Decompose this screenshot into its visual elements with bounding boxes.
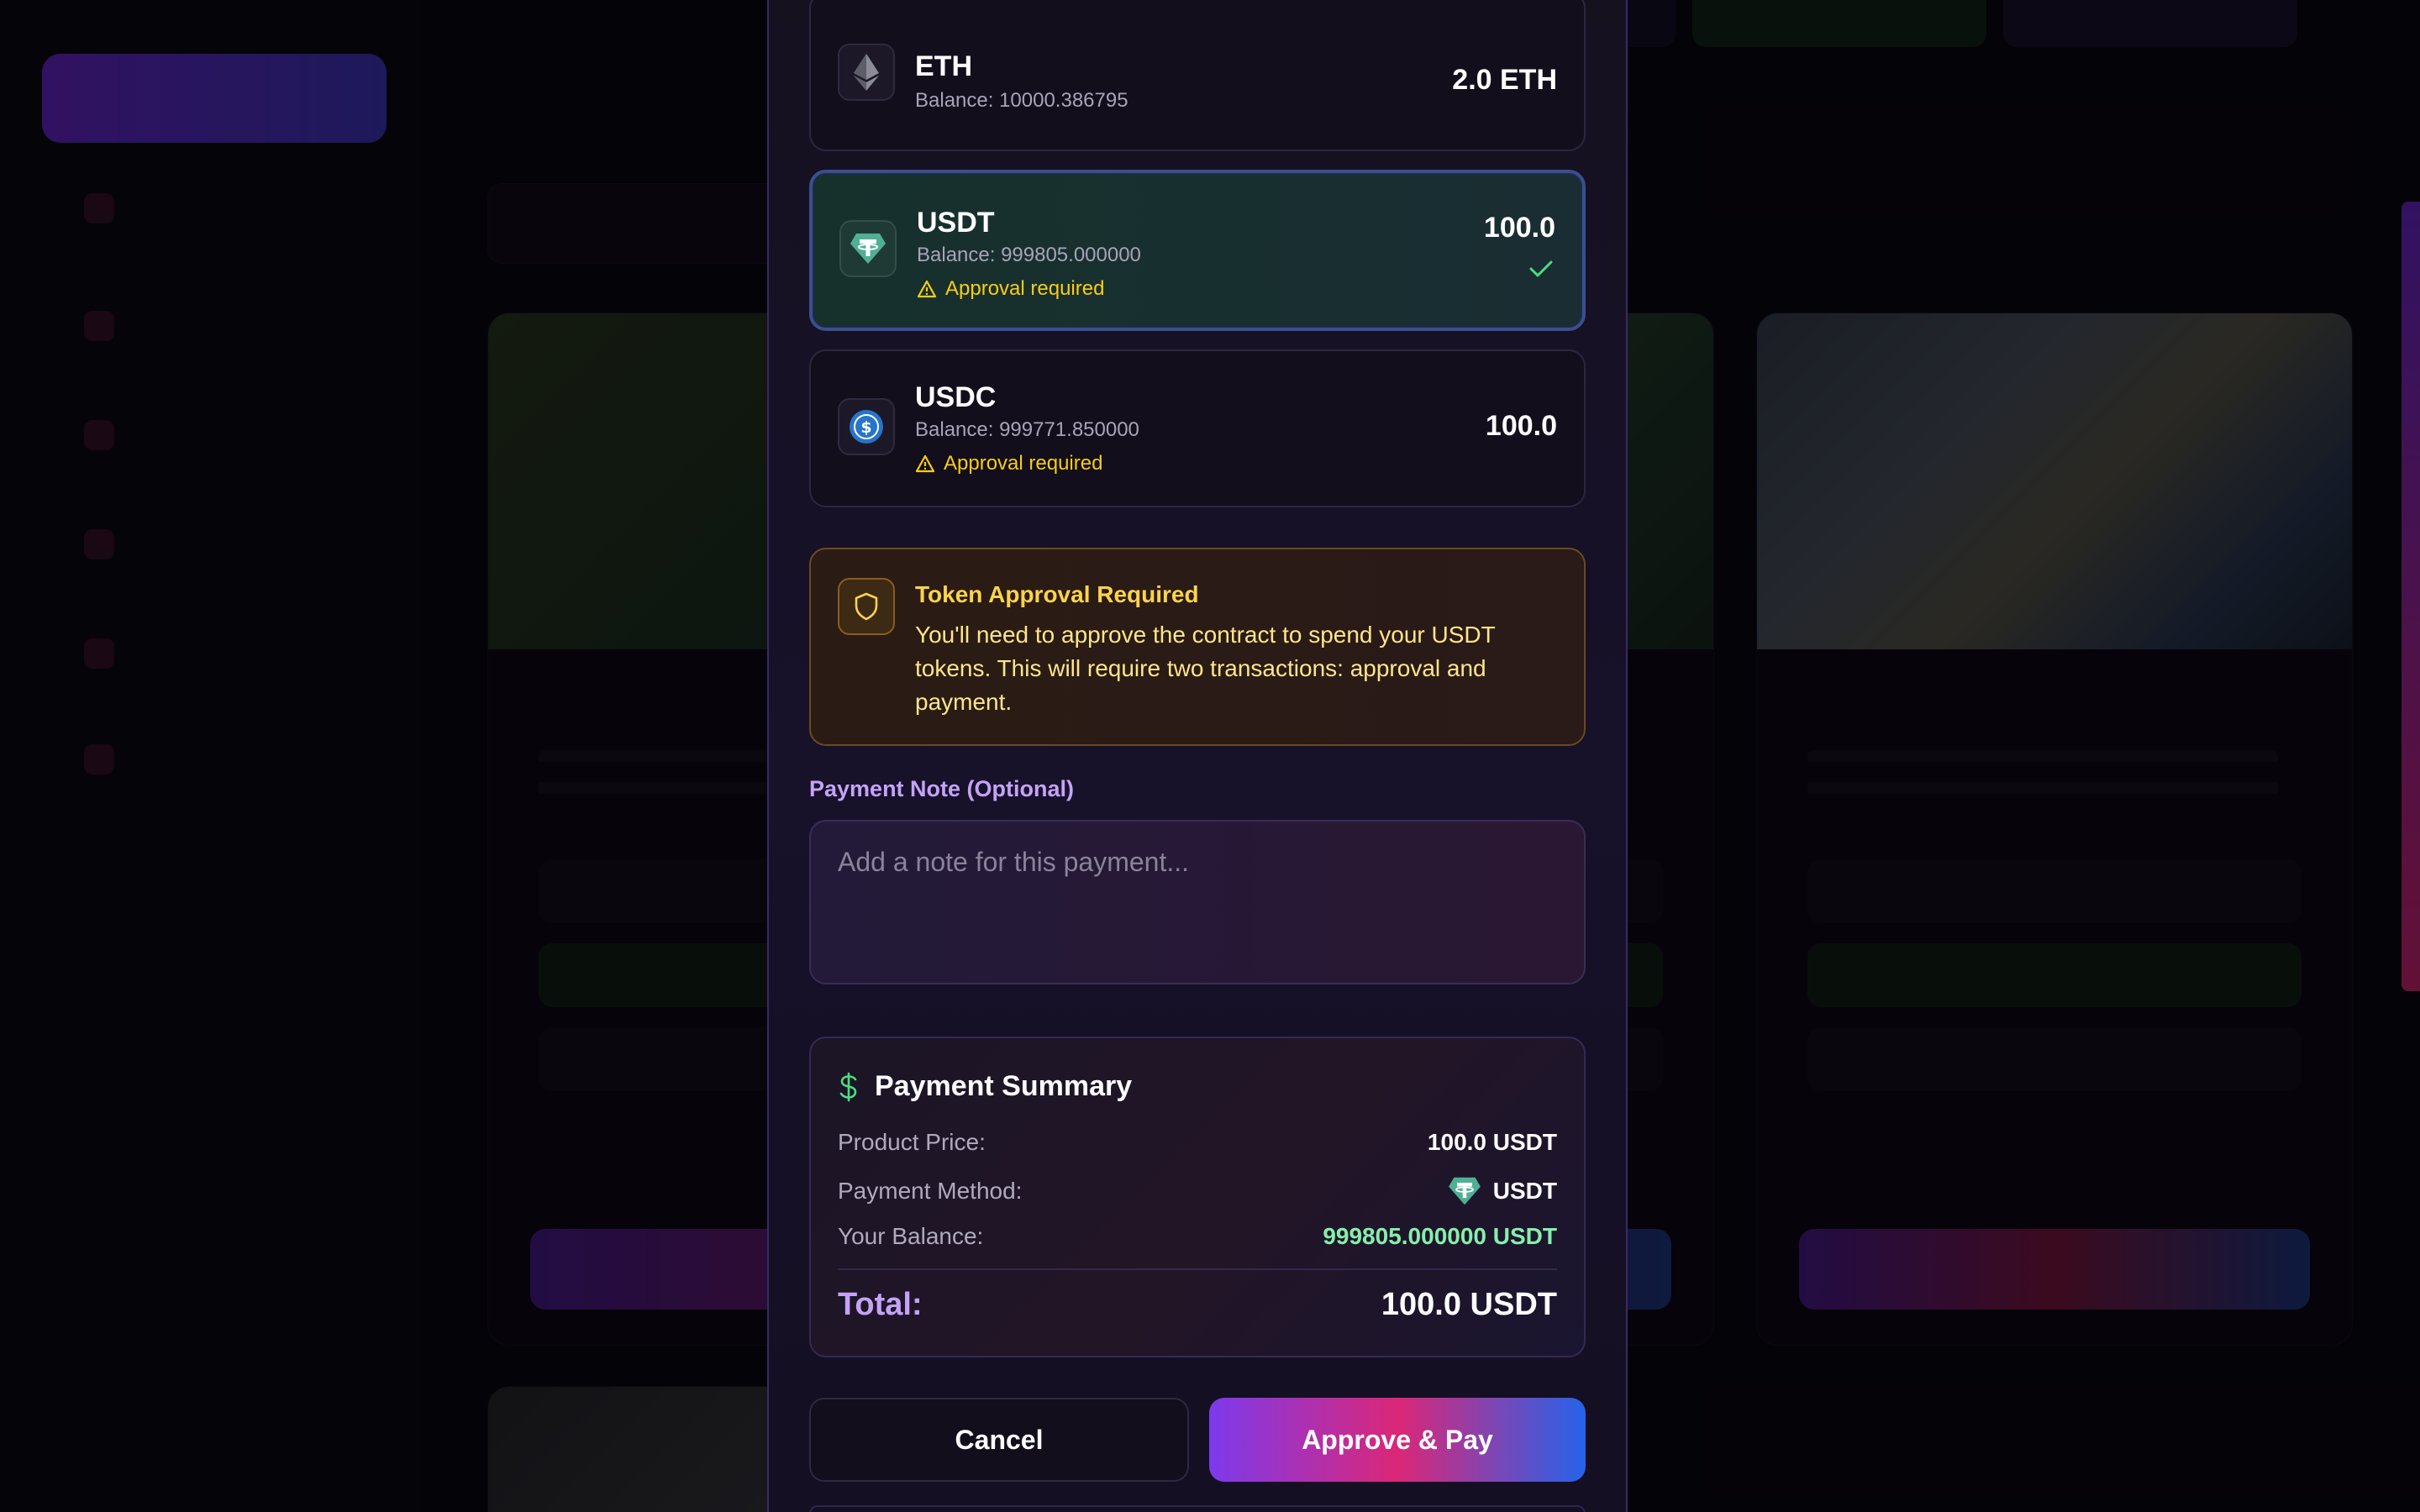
balance-value: 999805.000000 USDT [1323, 1223, 1557, 1249]
check-icon [1529, 260, 1553, 277]
token-option-usdc[interactable]: $ USDC Balance: 999771.850000 Approval r… [809, 349, 1586, 507]
approve-and-pay-button[interactable]: Approve & Pay [1209, 1398, 1586, 1482]
token-approval-warning: Token Approval Required You'll need to a… [809, 548, 1586, 746]
approval-required-label: Approval required [915, 452, 1102, 475]
payment-note-label: Payment Note (Optional) [809, 776, 1075, 801]
approval-required-label: Approval required [917, 277, 1104, 301]
price-value: 100.0 USDT [1427, 1129, 1557, 1155]
token-option-usdt[interactable]: USDT Balance: 999805.000000 Approval req… [809, 170, 1586, 331]
warning-title: Token Approval Required [915, 581, 1199, 607]
total-value: 100.0 USDT [1381, 1287, 1557, 1322]
ethereum-icon [838, 44, 895, 101]
balance-label: Your Balance: [838, 1223, 984, 1249]
method-label: Payment Method: [838, 1178, 1023, 1204]
usdc-icon: $ [838, 398, 895, 455]
dollar-icon [839, 1072, 857, 1101]
warning-text: You'll need to approve the contract to s… [915, 622, 1496, 715]
token-balance: Balance: 999805.000000 [917, 244, 1141, 266]
shield-icon [838, 578, 895, 635]
method-value-container: USDT [1448, 1176, 1557, 1206]
tether-icon [1448, 1177, 1481, 1205]
payment-note-input[interactable] [809, 820, 1586, 984]
token-name: ETH [915, 50, 972, 82]
token-name: USDT [917, 207, 995, 239]
token-balance: Balance: 999771.850000 [915, 418, 1139, 441]
token-amount: 100.0 [1483, 212, 1555, 244]
next-section-edge [809, 1505, 1586, 1512]
token-option-eth[interactable]: ETH Balance: 10000.386795 2.0 ETH [809, 0, 1586, 151]
token-amount: 100.0 [1485, 410, 1557, 442]
payment-modal: ETH Balance: 10000.386795 2.0 ETH USDT B… [767, 0, 1628, 1512]
summary-header: Payment Summary [838, 1070, 1132, 1103]
token-amount: 2.0 ETH [1452, 64, 1557, 96]
token-name: USDC [915, 381, 997, 413]
summary-row-balance: Your Balance: 999805.000000 USDT [838, 1223, 1557, 1250]
cancel-button[interactable]: Cancel [809, 1398, 1189, 1482]
summary-row-price: Product Price: 100.0 USDT [838, 1129, 1557, 1156]
method-value: USDT [1492, 1178, 1557, 1204]
approval-text: Approval required [944, 452, 1103, 475]
approval-text: Approval required [945, 277, 1105, 300]
summary-title: Payment Summary [875, 1070, 1133, 1102]
tether-icon [839, 220, 897, 277]
svg-text:$: $ [860, 418, 871, 437]
warning-triangle-icon [915, 454, 935, 473]
payment-summary: Payment Summary Product Price: 100.0 USD… [809, 1037, 1586, 1357]
price-label: Product Price: [838, 1129, 986, 1155]
summary-row-method: Payment Method: USDT [838, 1176, 1557, 1206]
token-balance: Balance: 10000.386795 [915, 89, 1128, 112]
warning-triangle-icon [917, 280, 937, 298]
total-label: Total: [838, 1287, 923, 1322]
summary-divider [838, 1268, 1557, 1270]
